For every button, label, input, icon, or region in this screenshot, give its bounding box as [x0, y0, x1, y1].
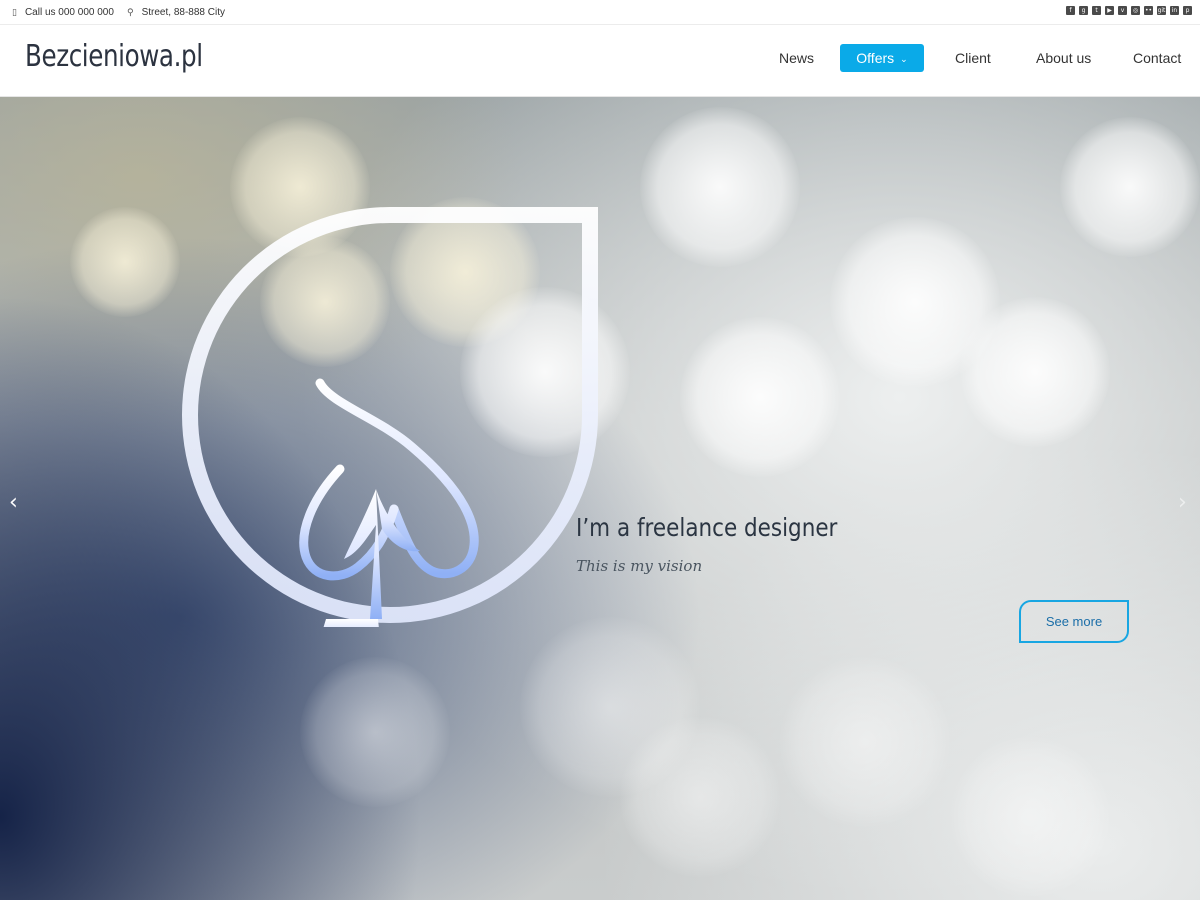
address-contact: ⚲ Street, 88-888 City [127, 0, 225, 24]
youtube-icon[interactable]: ▶ [1105, 6, 1114, 15]
hero-subline: This is my vision [576, 557, 703, 575]
bokeh-light [70, 207, 180, 317]
bokeh-light [680, 317, 840, 477]
spade-drop-logo-icon [182, 207, 598, 627]
bokeh-light [960, 297, 1110, 447]
nav-item-news[interactable]: News [779, 44, 814, 72]
map-marker-icon: ⚲ [127, 6, 134, 17]
chevron-left-icon[interactable]: ‹ [9, 492, 18, 514]
bokeh-light [620, 717, 780, 877]
twitter-icon[interactable]: t [1092, 6, 1101, 15]
bokeh-light [950, 737, 1110, 897]
hero-slider: I’m a freelance designer This is my visi… [0, 97, 1200, 900]
bokeh-light [300, 657, 450, 807]
linkedin-icon[interactable]: in [1170, 6, 1179, 15]
github-icon[interactable]: git [1157, 6, 1166, 15]
top-bar: ▯ Call us 000 000 000 ⚲ Street, 88-888 C… [0, 0, 1200, 25]
site-header: Bezcieniowa.pl News Offers ⌄ Client About… [0, 25, 1200, 97]
hero-headline: I’m a freelance designer [576, 513, 838, 542]
nav-item-offers[interactable]: Offers ⌄ [840, 44, 924, 72]
pinterest-icon[interactable]: p [1183, 6, 1192, 15]
bokeh-light [640, 107, 800, 267]
chevron-down-icon: ⌄ [900, 54, 908, 64]
flickr-icon[interactable]: •• [1144, 6, 1153, 15]
nav-item-client[interactable]: Client [955, 44, 991, 72]
phone-contact: ▯ Call us 000 000 000 [12, 0, 114, 24]
address-text: Street, 88-888 City [141, 6, 225, 18]
instagram-icon[interactable]: ◎ [1131, 6, 1140, 15]
chevron-right-icon[interactable]: › [1178, 492, 1187, 514]
google-plus-icon[interactable]: g [1079, 6, 1088, 15]
bokeh-light [1060, 117, 1200, 257]
nav-item-about-us[interactable]: About us [1036, 44, 1091, 72]
vimeo-icon[interactable]: v [1118, 6, 1127, 15]
phone-text: Call us 000 000 000 [24, 6, 114, 18]
bokeh-light [780, 657, 950, 827]
mobile-phone-icon: ▯ [12, 6, 17, 17]
nav-item-offers-label: Offers [856, 50, 895, 66]
nav-item-contact[interactable]: Contact [1133, 44, 1181, 72]
main-nav: News Offers ⌄ Client About us Contact [0, 44, 1200, 72]
facebook-icon[interactable]: f [1066, 6, 1075, 15]
see-more-button[interactable]: See more [1019, 600, 1129, 643]
social-links: f g t ▶ v ◎ •• git in p [1066, 6, 1192, 15]
